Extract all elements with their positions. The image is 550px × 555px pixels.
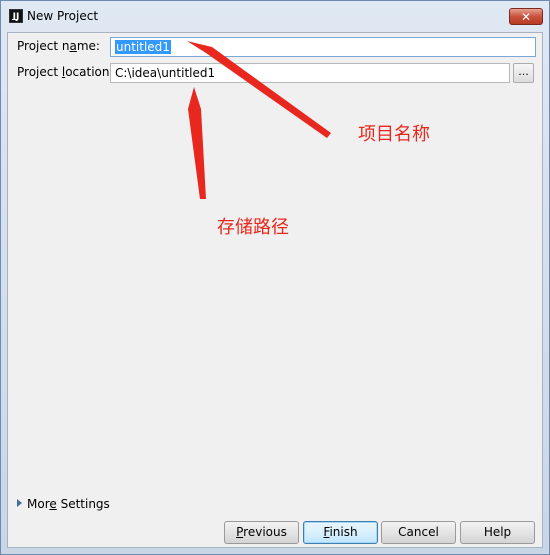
arrow-to-project-location — [188, 87, 206, 199]
new-project-dialog: IJ New Project ✕ Project name: untitled1… — [0, 0, 550, 555]
annotation-project-name: 项目名称 — [358, 124, 430, 145]
annotation-storage-path: 存储路径 — [217, 217, 289, 238]
annotation-arrows — [187, 41, 331, 199]
arrow-to-project-name — [187, 41, 331, 138]
